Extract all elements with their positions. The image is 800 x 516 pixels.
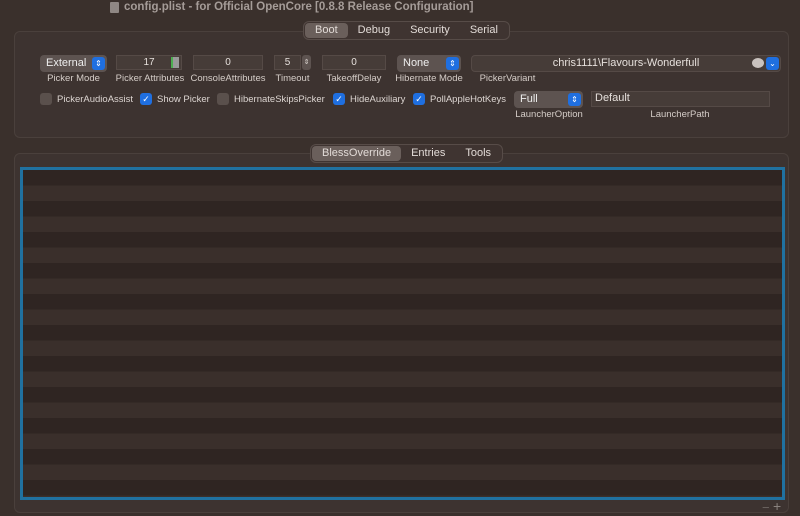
- launcher-path-label: LauncherPath: [650, 109, 710, 120]
- boot-panel: [14, 31, 789, 138]
- launcher-path-field[interactable]: Default: [591, 91, 770, 107]
- picker-variant-field[interactable]: chris1111\Flavours-Wonderfull: [471, 55, 781, 72]
- tab-bless-override[interactable]: BlessOverride: [312, 146, 402, 161]
- remove-row-button[interactable]: −: [762, 500, 770, 515]
- hibernate-mode-label: Hibernate Mode: [395, 73, 463, 84]
- tab-debug[interactable]: Debug: [348, 23, 400, 38]
- calculator-icon[interactable]: [171, 57, 179, 68]
- picker-mode-popup[interactable]: External ⇕: [40, 55, 107, 72]
- checkbox-hide-auxiliary[interactable]: ✓ HideAuxiliary: [333, 93, 405, 105]
- timeout-label: Timeout: [275, 73, 310, 84]
- takeoff-delay-label: TakeoffDelay: [326, 73, 382, 84]
- checkbox-show-picker[interactable]: ✓ Show Picker: [140, 93, 210, 105]
- timeout-field[interactable]: 5: [274, 55, 301, 70]
- picker-attributes-label: Picker Attributes: [115, 73, 185, 84]
- tab-serial[interactable]: Serial: [460, 23, 508, 38]
- checkbox-poll-apple-hot-keys[interactable]: ✓ PollAppleHotKeys: [413, 93, 506, 105]
- add-row-button[interactable]: +: [773, 498, 781, 514]
- timeout-stepper[interactable]: ⇕: [302, 55, 311, 70]
- hibernate-mode-popup[interactable]: None ⇕: [397, 55, 461, 72]
- launcher-option-popup[interactable]: Full ⇕: [514, 91, 583, 108]
- launcher-option-label: LauncherOption: [515, 109, 583, 120]
- checkbox-box[interactable]: [40, 93, 52, 105]
- document-icon: [110, 1, 119, 13]
- updown-icon: ⇕: [568, 93, 581, 106]
- checkbox-hibernate-skips-picker[interactable]: HibernateSkipsPicker: [217, 93, 325, 105]
- top-tab-bar: Boot Debug Security Serial: [303, 21, 510, 40]
- tab-boot[interactable]: Boot: [305, 23, 348, 38]
- picker-variant-dropdown[interactable]: ⌄: [766, 57, 779, 70]
- checkbox-box[interactable]: [217, 93, 229, 105]
- window-title: config.plist - for Official OpenCore [0.…: [110, 1, 474, 13]
- checkbox-picker-audio-assist[interactable]: PickerAudioAssist: [40, 93, 133, 105]
- updown-icon: ⇕: [446, 57, 459, 70]
- updown-icon: ⇕: [92, 57, 105, 70]
- tab-tools[interactable]: Tools: [455, 146, 501, 161]
- takeoff-delay-field[interactable]: 0: [322, 55, 386, 70]
- console-attributes-field[interactable]: 0: [193, 55, 263, 70]
- tab-entries[interactable]: Entries: [401, 146, 455, 161]
- tab-security[interactable]: Security: [400, 23, 460, 38]
- picker-variant-label: PickerVariant: [479, 73, 536, 84]
- checkmark-icon[interactable]: ✓: [140, 93, 152, 105]
- palette-icon[interactable]: [752, 58, 764, 68]
- bless-override-table[interactable]: [20, 167, 785, 500]
- checkmark-icon[interactable]: ✓: [413, 93, 425, 105]
- console-attributes-label: ConsoleAttributes: [190, 73, 266, 84]
- checkmark-icon[interactable]: ✓: [333, 93, 345, 105]
- sub-tab-bar: BlessOverride Entries Tools: [310, 144, 504, 163]
- picker-mode-label: Picker Mode: [47, 73, 100, 84]
